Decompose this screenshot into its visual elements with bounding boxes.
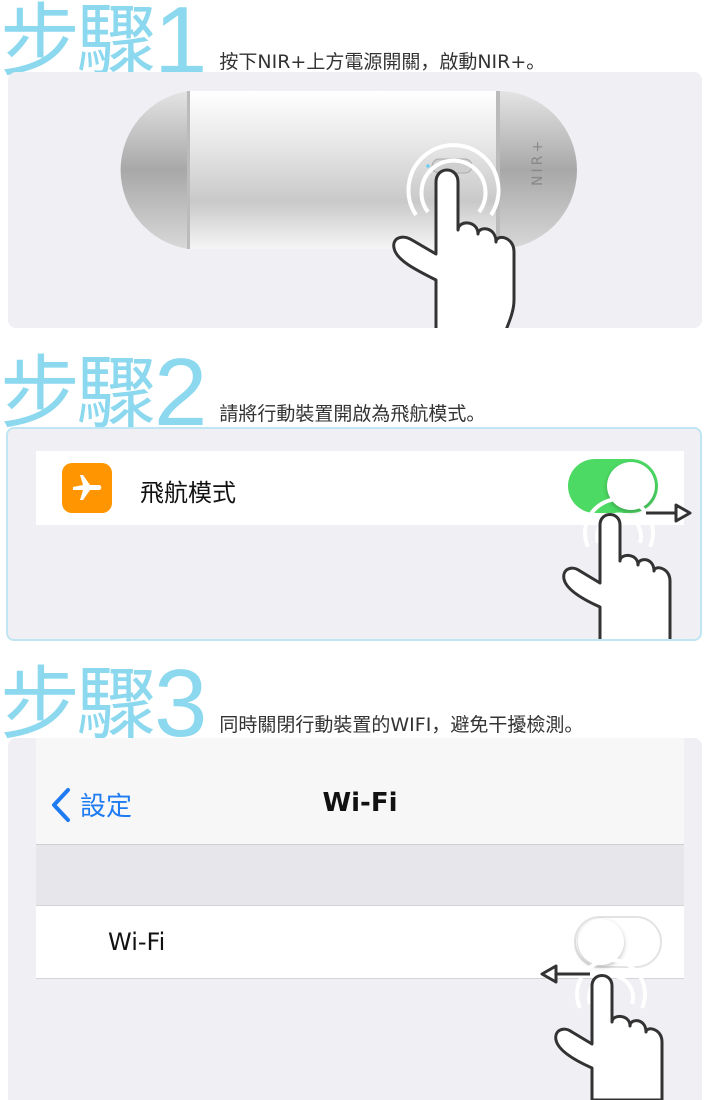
step-2-number: 2 — [154, 339, 208, 446]
step-2-description: 請將行動裝置開啟為飛航模式。 — [219, 403, 486, 425]
step-1-word: 步驟 — [0, 0, 156, 88]
wifi-label: Wi-Fi — [108, 928, 166, 956]
tap-hand-icon — [392, 143, 516, 328]
step-2-header: 步驟 2 請將行動裝置開啟為飛航模式。 — [0, 339, 486, 446]
device-label: NIR+ — [530, 138, 546, 186]
nav-title: Wi-Fi — [322, 788, 398, 818]
step-3-header: 步驟 3 同時關閉行動裝置的WIFI，避免干擾檢測。 — [0, 650, 584, 757]
swipe-right-hand-icon — [562, 497, 692, 639]
step-2-word: 步驟 — [0, 347, 156, 440]
step-1-description: 按下NIR+上方電源開關，啟動NIR+。 — [219, 51, 546, 73]
step-1-header: 步驟 1 按下NIR+上方電源開關，啟動NIR+。 — [0, 0, 546, 94]
section-spacer — [36, 845, 684, 906]
step-3-description: 同時關閉行動裝置的WIFI，避免干擾檢測。 — [219, 714, 584, 736]
step-3-panel: 設定 Wi-Fi Wi-Fi — [8, 738, 702, 1100]
step-2-panel: 飛航模式 — [6, 427, 702, 641]
wifi-navbar: 設定 Wi-Fi — [36, 738, 684, 845]
step-1-number: 1 — [154, 0, 208, 94]
swipe-left-hand-icon — [540, 958, 664, 1100]
airplane-icon — [62, 463, 112, 513]
airplane-mode-label: 飛航模式 — [140, 479, 236, 507]
step-3-number: 3 — [154, 650, 208, 757]
step-1-panel: NIR+ — [8, 72, 702, 328]
step-3-word: 步驟 — [0, 658, 156, 751]
